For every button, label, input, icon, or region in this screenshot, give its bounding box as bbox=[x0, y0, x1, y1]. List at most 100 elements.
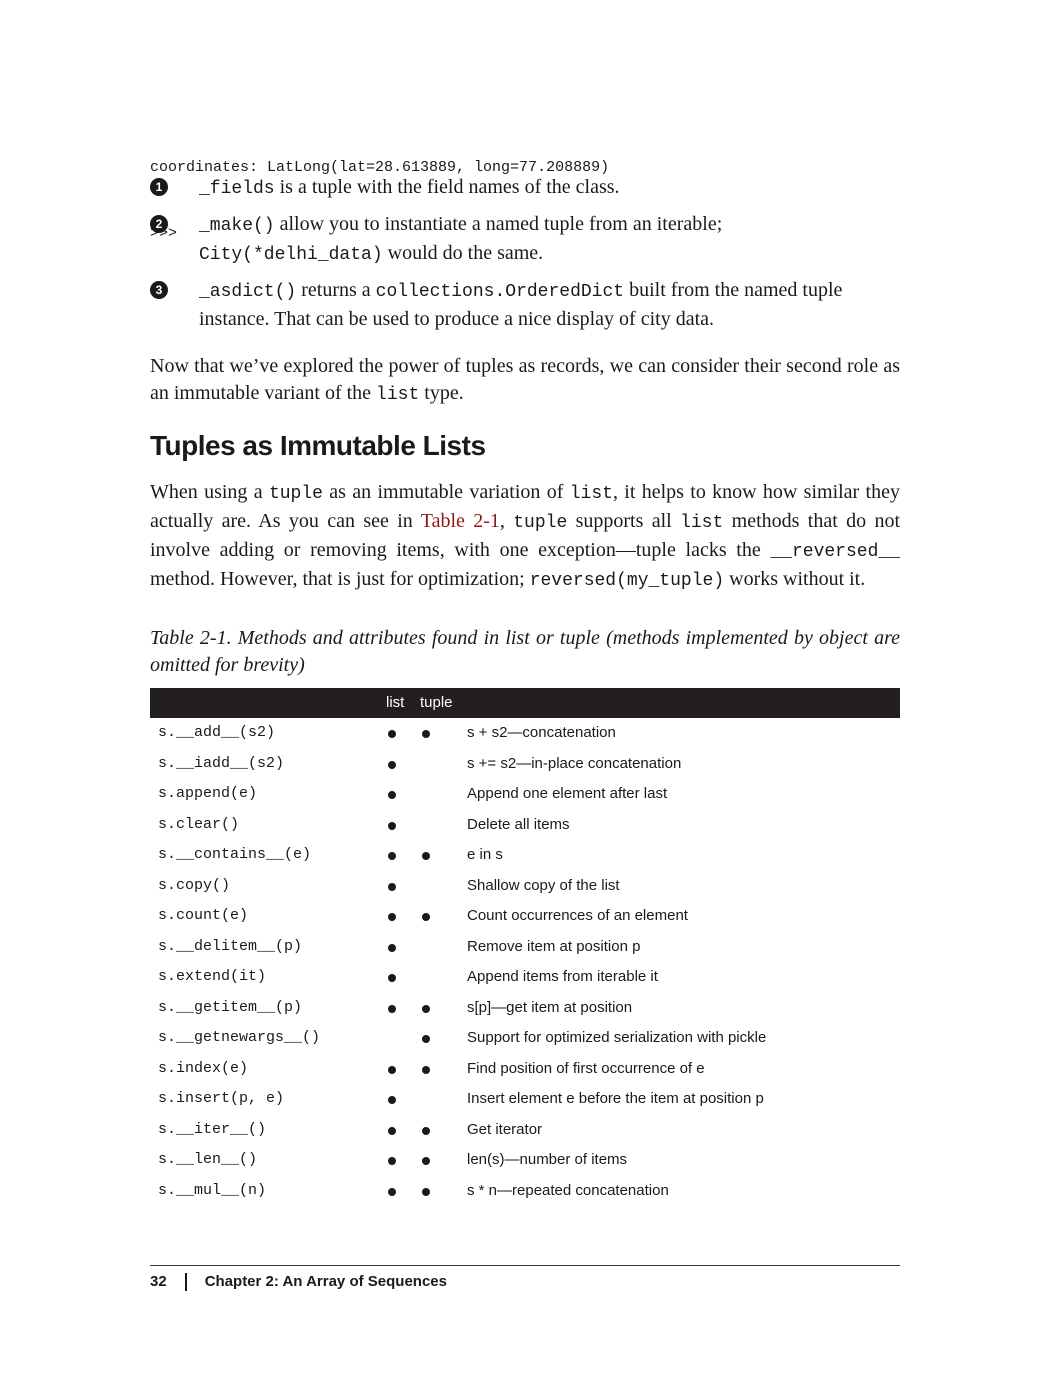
tuple-bullet-icon bbox=[422, 1126, 430, 1135]
inline-code: tuple bbox=[513, 513, 568, 533]
text: works without it. bbox=[724, 568, 866, 590]
table-row: s.__delitem__(p) Remove item at position … bbox=[150, 932, 900, 963]
description-cell: s[p]—get item at position bbox=[467, 998, 633, 1016]
method-cell: s.count(e) bbox=[158, 907, 249, 924]
page-number: 32 bbox=[150, 1273, 167, 1290]
tuple-bullet-icon bbox=[422, 913, 430, 921]
method-cell: s.__mul__(n) bbox=[158, 1181, 267, 1199]
method-cell: s.insert(p, e) bbox=[158, 1090, 285, 1107]
list-bullet-icon bbox=[388, 1065, 396, 1074]
callout-code: _make() bbox=[199, 216, 275, 236]
methods-table: list tuple s.__add__(s2) s + s2—concatena… bbox=[150, 688, 900, 1206]
list-bullet-icon bbox=[388, 974, 396, 982]
method-cell: s.append(e) bbox=[158, 785, 258, 802]
callout-list: 1 _fields is a tuple with the field name… bbox=[150, 174, 900, 341]
description-cell: Insert element e before the item at posi… bbox=[467, 1090, 764, 1107]
description-cell: Append one element after last bbox=[467, 785, 668, 802]
table-row: s.__iadd__(s2) s += s2—in-place concatena… bbox=[150, 749, 900, 780]
list-bullet-icon bbox=[388, 882, 396, 891]
list-bullet-icon bbox=[388, 852, 396, 860]
table-row: s.append(e) Append one element after last bbox=[150, 779, 900, 810]
table-row: s.extend(it) Append items from iterable i… bbox=[150, 962, 900, 993]
tuple-bullet-icon bbox=[422, 1035, 430, 1043]
callout-number-icon: 3 bbox=[150, 281, 168, 299]
description-cell: s + s2—concatenation bbox=[467, 724, 616, 741]
description-cell: s * n—repeated concatenation bbox=[467, 1181, 669, 1199]
method-cell: s.index(e) bbox=[158, 1059, 249, 1077]
table-row: s.index(e) Find position of first occurre… bbox=[150, 1054, 900, 1085]
callout-code: _asdict() bbox=[199, 282, 297, 302]
callout-code: _fields bbox=[199, 179, 275, 199]
callout-code: City(*delhi_data) bbox=[199, 245, 383, 265]
text: method. However, that is just for optimi… bbox=[150, 568, 530, 590]
table-link[interactable]: Table 2-1 bbox=[421, 510, 500, 532]
footer-separator bbox=[184, 1273, 187, 1292]
method-cell: s.copy() bbox=[158, 876, 231, 894]
table-row: s.__getitem__(p) s[p]—get item at positio… bbox=[150, 993, 900, 1024]
table-body: s.__add__(s2) s + s2—concatenation s.__iad… bbox=[150, 718, 900, 1206]
inline-code: __reversed__ bbox=[770, 542, 900, 562]
description-cell: e in s bbox=[467, 846, 503, 863]
callout-text: returns a bbox=[296, 279, 376, 301]
description-cell: Find position of first occurrence of e bbox=[467, 1059, 705, 1077]
description-cell: Support for optimized serialization with… bbox=[467, 1029, 767, 1046]
description-cell: Delete all items bbox=[467, 815, 570, 833]
inline-code: list bbox=[376, 385, 420, 405]
list-bullet-icon bbox=[388, 1126, 396, 1135]
inline-code: list bbox=[569, 484, 613, 504]
tuple-bullet-icon bbox=[422, 1004, 430, 1013]
text: Now that we’ve explored the power of tup… bbox=[150, 355, 900, 404]
table-row: s.insert(p, e) Insert element e before th… bbox=[150, 1084, 900, 1115]
method-cell: s.clear() bbox=[158, 815, 240, 833]
callout-number-icon: 1 bbox=[150, 178, 168, 196]
method-cell: s.__iter__() bbox=[158, 1120, 267, 1138]
table-row: s.__getnewargs__() Support for optimized … bbox=[150, 1023, 900, 1054]
description-cell: Get iterator bbox=[467, 1120, 543, 1138]
method-cell: s.__iadd__(s2) bbox=[158, 754, 285, 772]
method-cell: s.__add__(s2) bbox=[158, 724, 276, 741]
description-cell: s += s2—in-place concatenation bbox=[467, 754, 682, 772]
description-cell: Append items from iterable it bbox=[467, 968, 658, 985]
paragraph-body: When using a tuple as an immutable varia… bbox=[150, 479, 900, 595]
inline-code: reversed(my_tuple) bbox=[529, 571, 725, 591]
list-bullet-icon bbox=[388, 1187, 396, 1196]
paragraph-intro: Now that we’ve explored the power of tup… bbox=[150, 353, 900, 409]
callout-text: allow you to instantiate a named tuple f… bbox=[274, 213, 723, 235]
table-row: s.__iter__() Get iterator bbox=[150, 1115, 900, 1146]
description-cell: Shallow copy of the list bbox=[467, 876, 620, 894]
callout-text: is a tuple with the field names of the c… bbox=[274, 176, 620, 198]
table-row: s.clear() Delete all items bbox=[150, 810, 900, 841]
list-bullet-icon bbox=[388, 791, 396, 799]
list-bullet-icon bbox=[388, 1004, 396, 1013]
method-cell: s.__len__() bbox=[158, 1151, 258, 1168]
table-row: s.__add__(s2) s + s2—concatenation bbox=[150, 718, 900, 749]
callout-3: 3 _asdict() returns a collections.Ordere… bbox=[150, 277, 900, 333]
tuple-bullet-icon bbox=[422, 1187, 430, 1196]
table-caption: Table 2-1. Methods and attributes found … bbox=[150, 627, 900, 676]
table-header: list tuple bbox=[150, 688, 900, 718]
list-bullet-icon bbox=[388, 1096, 396, 1104]
list-bullet-icon bbox=[388, 1157, 396, 1165]
method-cell: s.__getitem__(p) bbox=[158, 998, 303, 1016]
list-bullet-icon bbox=[388, 913, 396, 921]
callout-text: would do the same. bbox=[382, 242, 544, 264]
page-footer: 32 Chapter 2: An Array of Sequences bbox=[150, 1273, 447, 1292]
callout-number-icon: 2 bbox=[150, 215, 168, 233]
text: supports all bbox=[567, 510, 681, 532]
header-tuple: tuple bbox=[420, 694, 453, 711]
table-row: s.__len__() len(s)—number of items bbox=[150, 1145, 900, 1176]
inline-code: tuple bbox=[268, 484, 323, 504]
method-cell: s.__delitem__(p) bbox=[158, 937, 303, 955]
text: , bbox=[499, 510, 514, 532]
footer-divider bbox=[150, 1265, 900, 1266]
list-bullet-icon bbox=[388, 760, 396, 769]
callout-1: 1 _fields is a tuple with the field name… bbox=[150, 174, 900, 203]
tuple-bullet-icon bbox=[422, 730, 430, 738]
text: When using a bbox=[150, 481, 269, 503]
table-row: s.count(e) Count occurrences of an elemen… bbox=[150, 901, 900, 932]
section-heading: Tuples as Immutable Lists bbox=[150, 430, 486, 461]
header-list: list bbox=[386, 694, 405, 711]
list-bullet-icon bbox=[388, 821, 396, 830]
method-cell: s.extend(it) bbox=[158, 968, 267, 985]
method-cell: s.__getnewargs__() bbox=[158, 1029, 321, 1046]
